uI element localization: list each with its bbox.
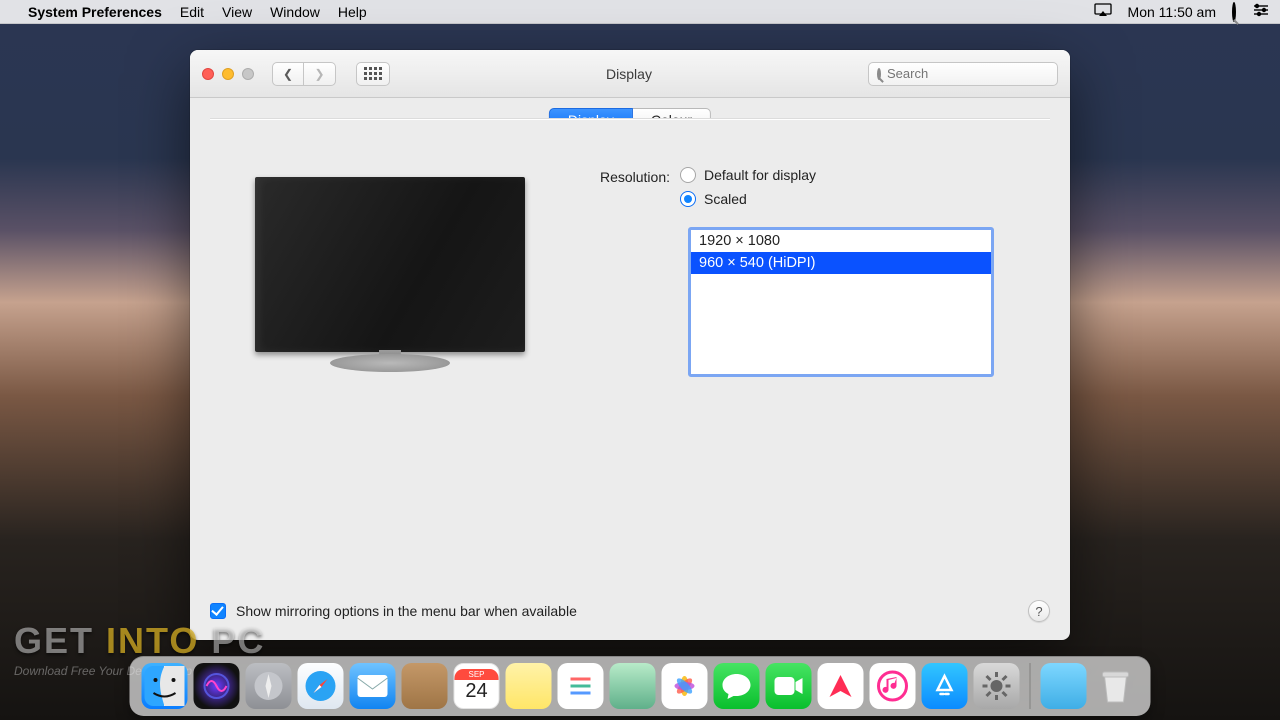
resolution-label: Resolution: (570, 167, 670, 377)
display-preview-icon (255, 177, 525, 352)
preferences-window: ❮ ❯ Display Display Colour (190, 50, 1070, 640)
window-zoom-button (242, 68, 254, 80)
dock-messages-icon[interactable] (714, 663, 760, 709)
search-field[interactable] (868, 62, 1058, 86)
help-button[interactable]: ? (1028, 600, 1050, 622)
radio-label: Scaled (704, 191, 747, 207)
resolution-list[interactable]: 1920 × 1080 960 × 540 (HiDPI) (688, 227, 994, 377)
radio-icon (680, 191, 696, 207)
menu-edit[interactable]: Edit (180, 4, 204, 20)
radio-icon (680, 167, 696, 183)
display-pane: Resolution: Default for display Scaled (210, 118, 1050, 570)
dock: SEP24 (130, 656, 1151, 716)
dock-news-icon[interactable] (818, 663, 864, 709)
menu-view[interactable]: View (222, 4, 252, 20)
menu-clock[interactable]: Mon 11:50 am (1128, 4, 1216, 20)
window-title: Display (402, 66, 856, 82)
mirroring-checkbox[interactable] (210, 603, 226, 619)
dock-appstore-icon[interactable] (922, 663, 968, 709)
nav-back-button[interactable]: ❮ (272, 62, 304, 86)
dock-facetime-icon[interactable] (766, 663, 812, 709)
show-all-button[interactable] (356, 62, 390, 86)
dock-launchpad-icon[interactable] (246, 663, 292, 709)
dock-system-preferences-icon[interactable] (974, 663, 1020, 709)
dock-maps-icon[interactable] (610, 663, 656, 709)
dock-safari-icon[interactable] (298, 663, 344, 709)
dock-siri-icon[interactable] (194, 663, 240, 709)
radio-default-for-display[interactable]: Default for display (680, 167, 994, 183)
radio-label: Default for display (704, 167, 816, 183)
dock-calendar-icon[interactable]: SEP24 (454, 663, 500, 709)
menu-help[interactable]: Help (338, 4, 367, 20)
airplay-icon[interactable] (1094, 3, 1112, 20)
dock-photos-icon[interactable] (662, 663, 708, 709)
dock-contacts-icon[interactable] (402, 663, 448, 709)
nav-forward-button: ❯ (304, 62, 336, 86)
resolution-option[interactable]: 960 × 540 (HiDPI) (691, 252, 991, 274)
dock-downloads-icon[interactable] (1041, 663, 1087, 709)
menu-window[interactable]: Window (270, 4, 320, 20)
grid-icon (364, 67, 382, 80)
dock-finder-icon[interactable] (142, 663, 188, 709)
window-close-button[interactable] (202, 68, 214, 80)
resolution-option[interactable]: 1920 × 1080 (691, 230, 991, 252)
window-titlebar[interactable]: ❮ ❯ Display (190, 50, 1070, 98)
app-menu[interactable]: System Preferences (28, 4, 162, 20)
radio-scaled[interactable]: Scaled (680, 191, 994, 207)
window-minimize-button[interactable] (222, 68, 234, 80)
menu-bar: System Preferences Edit View Window Help… (0, 0, 1280, 24)
spotlight-icon[interactable] (1232, 4, 1236, 20)
dock-notes-icon[interactable] (506, 663, 552, 709)
dock-itunes-icon[interactable] (870, 663, 916, 709)
search-input[interactable] (887, 66, 1063, 81)
dock-reminders-icon[interactable] (558, 663, 604, 709)
control-center-icon[interactable] (1252, 3, 1270, 20)
dock-mail-icon[interactable] (350, 663, 396, 709)
search-icon (877, 68, 881, 80)
mirroring-label: Show mirroring options in the menu bar w… (236, 603, 577, 619)
dock-separator (1030, 663, 1031, 709)
dock-trash-icon[interactable] (1093, 663, 1139, 709)
